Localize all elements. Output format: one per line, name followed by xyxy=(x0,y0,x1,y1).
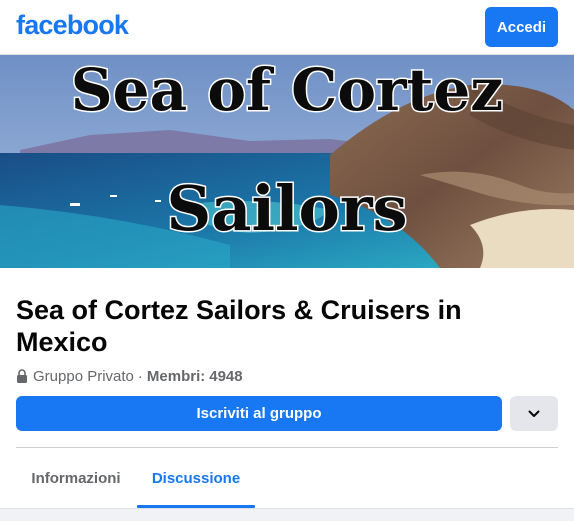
cover-title-top: Sea of Cortez xyxy=(71,56,503,124)
privacy-label: Gruppo Privato xyxy=(33,367,134,385)
chevron-down-icon xyxy=(528,410,540,417)
cover-title-bottom: Sailors xyxy=(167,172,408,245)
tab-discussione[interactable]: Discussione xyxy=(137,448,255,508)
lock-icon xyxy=(17,369,27,383)
members-label: Membri: xyxy=(146,367,206,385)
cover-photo: Sea of Cortez Sailors xyxy=(0,55,574,268)
facebook-logo[interactable]: facebook xyxy=(16,10,129,41)
meta-separator: · xyxy=(137,367,143,385)
join-group-button[interactable]: Iscriviti al gruppo xyxy=(16,396,502,431)
more-options-button[interactable] xyxy=(510,396,558,431)
members-count: 4948 xyxy=(209,367,243,385)
group-meta: Gruppo Privato · Membri: 4948 xyxy=(16,366,243,386)
group-name: Sea of Cortez Sailors & Cruisers in Mexi… xyxy=(16,295,462,357)
login-button[interactable]: Accedi xyxy=(485,7,558,47)
group-tabs: Informazioni Discussione xyxy=(0,448,574,508)
tab-informazioni[interactable]: Informazioni xyxy=(16,448,136,508)
top-bar: facebook Accedi xyxy=(0,0,574,55)
content-background xyxy=(0,508,574,521)
